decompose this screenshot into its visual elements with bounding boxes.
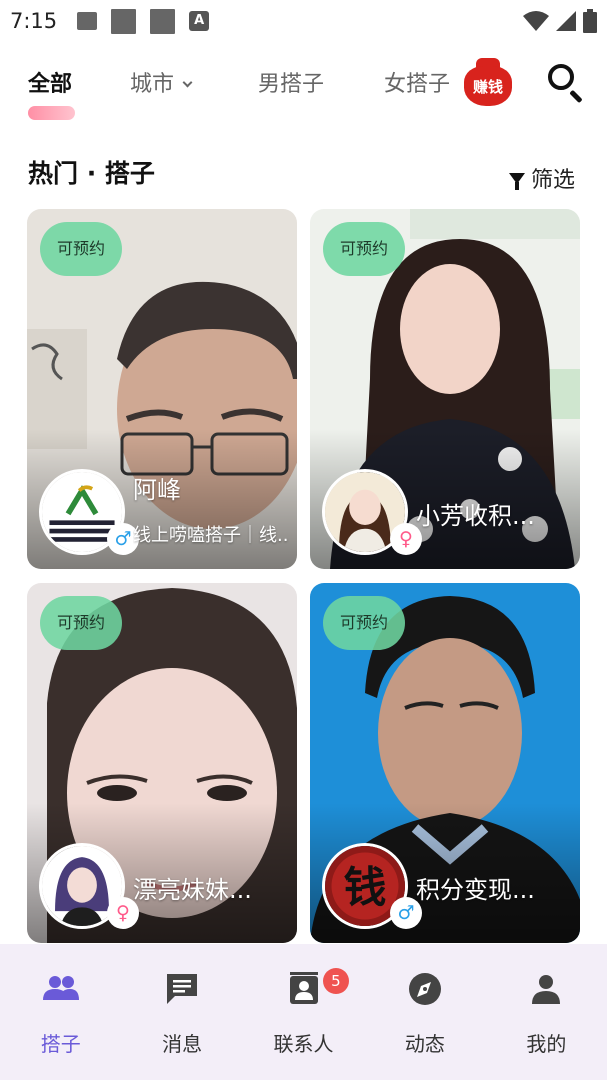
nav-label: 消息 (162, 1032, 203, 1056)
notification-badge: 5 (322, 968, 349, 994)
square-icon (111, 8, 137, 34)
wifi-icon (523, 11, 549, 31)
available-badge: 可预约 (323, 222, 405, 276)
square-icon (150, 8, 176, 34)
tab-label: 女搭子 (384, 72, 451, 97)
money-bag-icon[interactable]: 赚钱 (462, 58, 514, 106)
contacts-icon (289, 972, 318, 1004)
image-icon (77, 12, 98, 30)
tab-label: 城市 (130, 72, 175, 97)
partner-card[interactable]: 可预约 ♀ 漂亮妹妹... (27, 583, 297, 943)
avatar-text: 钱 (344, 863, 387, 913)
nav-profile[interactable]: 我的 (486, 944, 607, 1080)
search-icon[interactable] (546, 62, 586, 104)
nav-label: 搭子 (40, 1032, 81, 1056)
tab-all[interactable]: 全部 (28, 66, 72, 98)
funnel-icon (509, 172, 525, 190)
bottom-nav: 搭子 消息 5 联系人 动态 我的 (0, 944, 607, 1080)
nav-label: 联系人 (273, 1032, 334, 1056)
available-badge: 可预约 (323, 596, 405, 650)
available-badge: 可预约 (40, 222, 122, 276)
promo-label: 赚钱 (472, 78, 503, 96)
chat-icon (167, 974, 198, 1004)
battery-icon (583, 9, 597, 33)
partner-card[interactable]: 可预约 ♂ 阿峰 线上唠嗑搭子｜线... (27, 209, 297, 569)
partner-card[interactable]: 可预约 ♀ 小芳收积... (310, 209, 580, 569)
people-icon (42, 976, 79, 1000)
nav-moments[interactable]: 动态 (364, 944, 485, 1080)
compass-icon (408, 973, 441, 1005)
nav-label: 动态 (404, 1032, 445, 1056)
filter-label: 筛选 (531, 168, 576, 193)
partner-subtitle: 线上唠嗑搭子｜线... (133, 525, 289, 546)
tab-male[interactable]: 男搭子 (258, 66, 324, 98)
nav-partners[interactable]: 搭子 (0, 944, 121, 1080)
section-title: 热门 · 搭子 (28, 159, 155, 188)
text-a-icon: A (189, 11, 210, 31)
chevron-down-icon (182, 77, 193, 88)
tab-label: 男搭子 (258, 72, 325, 97)
nav-messages[interactable]: 消息 (121, 944, 242, 1080)
partner-name: 阿峰 (133, 476, 181, 504)
signal-icon (556, 11, 576, 31)
top-tabs: 全部 城市 男搭子 女搭子 赚钱 (0, 58, 607, 128)
partner-name: 小芳收积... (416, 502, 535, 530)
tab-female[interactable]: 女搭子 (384, 66, 450, 98)
tab-indicator (28, 106, 75, 120)
partner-card[interactable]: 可预约 钱 ♂ 积分变现... (310, 583, 580, 943)
tab-label: 全部 (28, 72, 73, 97)
nav-contacts[interactable]: 5 联系人 (243, 944, 364, 1080)
partner-name: 积分变现... (416, 876, 535, 904)
available-badge: 可预约 (40, 596, 122, 650)
filter-button[interactable]: 筛选 (509, 162, 575, 194)
person-icon (532, 975, 561, 1004)
tab-city[interactable]: 城市 (130, 66, 193, 98)
partner-name: 漂亮妹妹... (133, 876, 252, 904)
status-bar: 7:15 A (0, 0, 607, 42)
status-time: 7:15 (10, 9, 58, 33)
nav-label: 我的 (526, 1032, 567, 1056)
